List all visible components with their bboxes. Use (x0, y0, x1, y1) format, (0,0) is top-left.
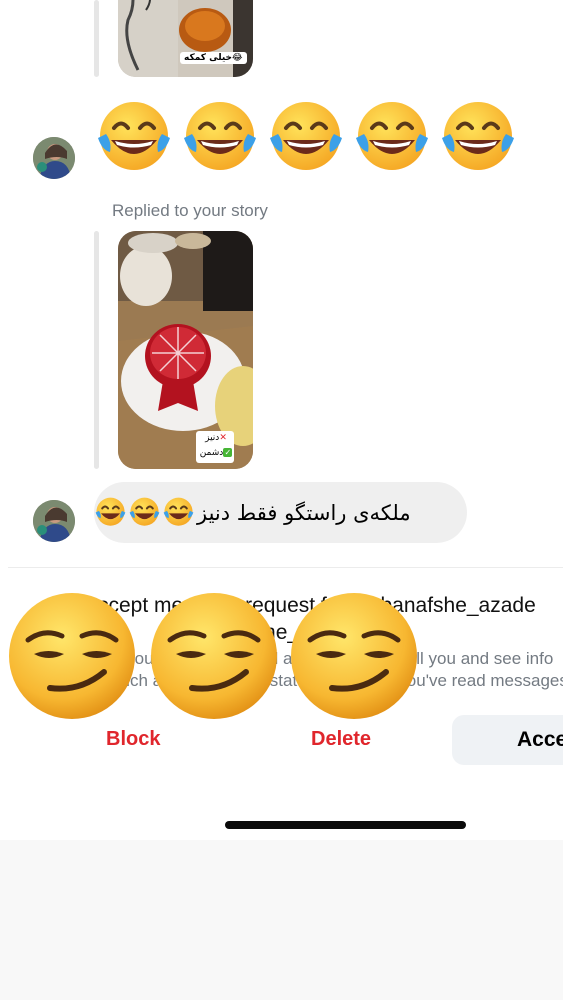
delete-button[interactable]: Delete (311, 728, 371, 751)
accept-button[interactable]: Accept (452, 715, 563, 765)
laughing-tears-emoji-icon (270, 102, 342, 170)
sender-avatar[interactable] (33, 137, 75, 179)
laughing-tears-emoji-icon (356, 102, 428, 170)
laughing-tears-emoji-icon (163, 497, 194, 526)
story-sticker-line2: دشمن (199, 448, 224, 458)
replied-to-story-label: Replied to your story (112, 201, 268, 220)
laughing-tears-emoji-icon (95, 497, 126, 526)
cross-mark-icon: ✕ (219, 433, 227, 443)
laughing-tears-emoji-icon (184, 102, 256, 170)
laughing-tears-emoji-icon (442, 102, 514, 170)
reply-quote-bar (94, 231, 99, 469)
smirking-face-emoji-icon (151, 593, 277, 719)
sender-avatar[interactable] (33, 500, 75, 542)
laughing-tears-emoji-icon (129, 497, 160, 526)
story-thumbnail-1[interactable]: خیلی کمکه😂 (118, 0, 253, 77)
reply-quote-bar (94, 0, 99, 77)
laughing-tears-emoji-icon (98, 102, 170, 170)
home-indicator[interactable] (225, 821, 466, 829)
check-mark-icon: ✓ (223, 448, 233, 457)
message-text: ملکەی راستگو فقط دنیز (197, 500, 411, 525)
block-button[interactable]: Block (106, 728, 160, 751)
dm-thread-screen: خیلی کمکه😂 Replied to your story دنیز✕ د… (0, 0, 563, 840)
smirking-face-emoji-icon (291, 593, 417, 719)
story-sticker-1: خیلی کمکه😂 (180, 52, 247, 64)
divider (8, 567, 563, 568)
smirking-face-emoji-icon (9, 593, 135, 719)
story-thumbnail-2[interactable]: دنیز✕ دشمن✓ (118, 231, 253, 469)
story-sticker-line1: دنیز (205, 433, 220, 443)
message-emojis (94, 496, 195, 529)
message-bubble[interactable]: ملکەی راستگو فقط دنیز (94, 482, 467, 543)
laugh-emoji-message (94, 98, 518, 178)
